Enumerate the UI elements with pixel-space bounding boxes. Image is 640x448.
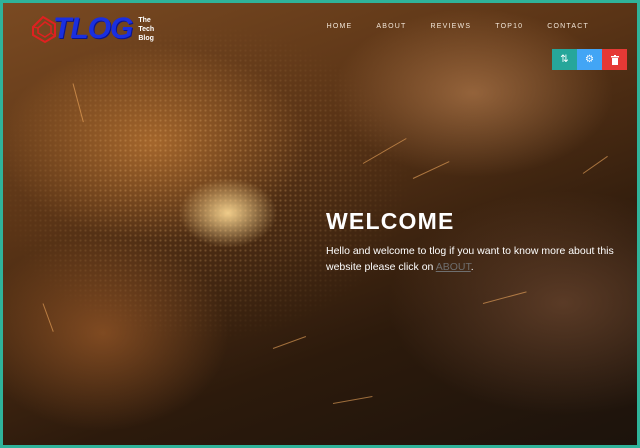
tagline-line: Tech — [138, 25, 155, 33]
main-nav: HOME ABOUT REVIEWS TOP10 CONTACT — [327, 23, 601, 30]
welcome-heading: WELCOME — [326, 208, 455, 234]
delete-button[interactable] — [602, 49, 627, 70]
page-frame: TLOG The Tech Blog HOME ABOUT REVIEWS TO… — [0, 0, 640, 448]
logo-text: TLOG — [53, 12, 133, 45]
nav-home[interactable]: HOME — [327, 23, 365, 30]
about-link[interactable]: ABOUT — [436, 261, 471, 273]
move-icon: ⇅ — [560, 54, 569, 65]
nav-contact[interactable]: CONTACT — [535, 23, 601, 30]
trash-icon — [610, 54, 619, 65]
site-logo[interactable]: TLOG The Tech Blog — [29, 11, 154, 47]
nav-top10[interactable]: TOP10 — [483, 23, 535, 30]
nav-about[interactable]: ABOUT — [364, 23, 418, 30]
welcome-section: WELCOME Hello and welcome to tlog if you… — [326, 208, 616, 275]
tagline-line: Blog — [138, 34, 154, 42]
settings-button[interactable]: ⚙ — [577, 49, 602, 70]
tagline-line: The — [138, 16, 151, 24]
welcome-text-end: . — [470, 261, 474, 273]
nav-reviews[interactable]: REVIEWS — [419, 23, 484, 30]
welcome-text: Hello and welcome to tlog if you want to… — [326, 243, 616, 275]
gear-icon: ⚙ — [585, 54, 594, 65]
move-button[interactable]: ⇅ — [552, 49, 577, 70]
logo-tagline: The Tech Blog — [138, 16, 154, 43]
section-toolbar: ⇅ ⚙ — [552, 49, 627, 70]
